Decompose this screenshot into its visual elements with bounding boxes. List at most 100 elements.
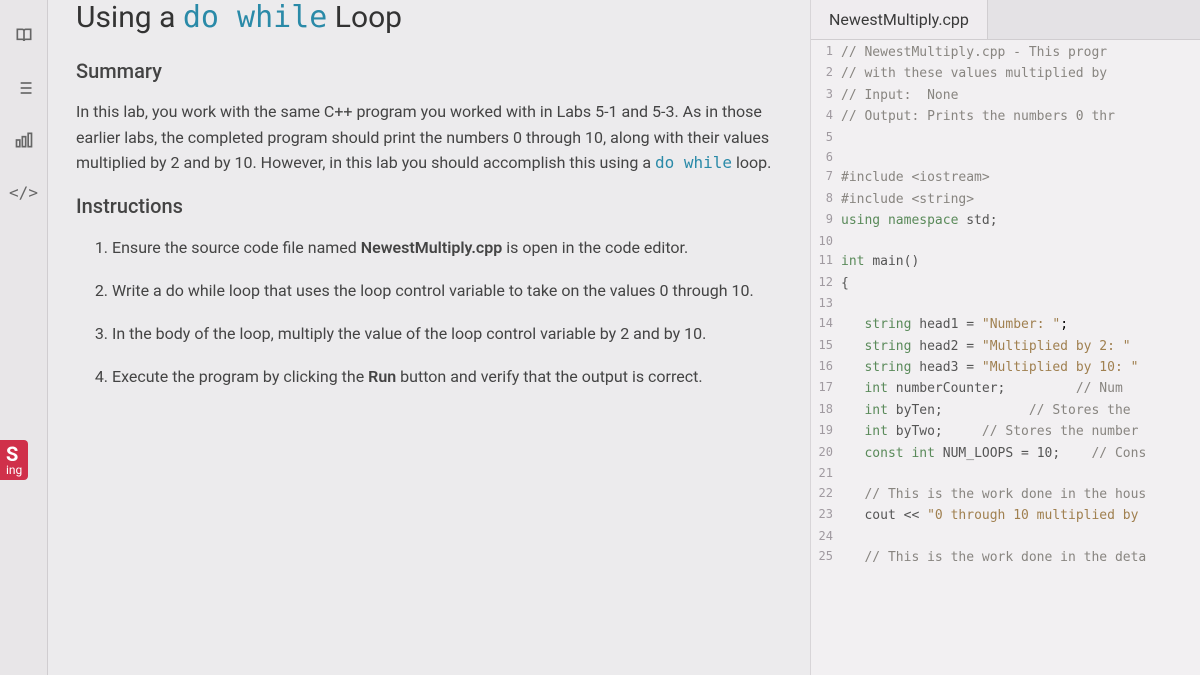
line-content[interactable]: // Input: None <box>841 85 1200 106</box>
line-number: 4 <box>811 106 841 127</box>
line-number: 11 <box>811 251 841 272</box>
line-content[interactable] <box>841 148 1200 168</box>
code-editor[interactable]: 1// NewestMultiply.cpp - This progr2// w… <box>811 40 1200 675</box>
inst4-run: Run <box>368 367 396 386</box>
line-content[interactable]: // NewestMultiply.cpp - This progr <box>841 42 1200 63</box>
line-content[interactable] <box>841 464 1200 484</box>
line-number: 23 <box>811 505 841 526</box>
line-number: 2 <box>811 63 841 84</box>
summary-keyword: do while <box>655 153 732 172</box>
line-content[interactable] <box>841 527 1200 547</box>
line-content[interactable]: // This is the work done in the hous <box>841 484 1200 505</box>
code-line[interactable]: 13 <box>811 294 1200 314</box>
line-number: 7 <box>811 167 841 188</box>
title-post: Loop <box>327 0 402 35</box>
line-content[interactable] <box>841 232 1200 252</box>
inst2-keyword: do while <box>166 281 225 300</box>
code-line[interactable]: 19 int byTwo; // Stores the number <box>811 421 1200 442</box>
code-line[interactable]: 18 int byTen; // Stores the <box>811 400 1200 421</box>
line-content[interactable] <box>841 294 1200 314</box>
inst1-post: is open in the code editor. <box>502 238 688 257</box>
instructions-heading: Instructions <box>76 194 782 218</box>
line-number: 1 <box>811 42 841 63</box>
code-line[interactable]: 7#include <iostream> <box>811 167 1200 188</box>
book-icon[interactable] <box>12 24 36 48</box>
editor-tab[interactable]: NewestMultiply.cpp <box>811 0 988 39</box>
line-content[interactable] <box>841 128 1200 148</box>
code-line[interactable]: 25 // This is the work done in the deta <box>811 547 1200 568</box>
line-content[interactable]: // This is the work done in the deta <box>841 547 1200 568</box>
code-line[interactable]: 8#include <string> <box>811 189 1200 210</box>
code-line[interactable]: 6 <box>811 148 1200 168</box>
line-content[interactable]: using namespace std; <box>841 210 1200 231</box>
code-line[interactable]: 20 const int NUM_LOOPS = 10; // Cons <box>811 443 1200 464</box>
code-line[interactable]: 11int main() <box>811 251 1200 272</box>
inst1-pre: Ensure the source code file named <box>112 238 361 257</box>
code-line[interactable]: 15 string head2 = "Multiplied by 2: " <box>811 336 1200 357</box>
line-number: 24 <box>811 527 841 547</box>
line-number: 17 <box>811 378 841 399</box>
line-content[interactable]: int byTwo; // Stores the number <box>841 421 1200 442</box>
code-line[interactable]: 12{ <box>811 273 1200 294</box>
line-content[interactable]: // Output: Prints the numbers 0 thr <box>841 106 1200 127</box>
badge-sub: ing <box>6 464 22 476</box>
line-content[interactable]: #include <iostream> <box>841 167 1200 188</box>
line-content[interactable]: const int NUM_LOOPS = 10; // Cons <box>841 443 1200 464</box>
instruction-item-2: Write a do while loop that uses the loop… <box>112 277 782 304</box>
line-number: 8 <box>811 189 841 210</box>
code-icon[interactable]: </> <box>12 180 36 204</box>
code-line[interactable]: 14 string head1 = "Number: "; <box>811 314 1200 335</box>
instructions-list: Ensure the source code file named Newest… <box>76 234 782 391</box>
inst1-filename: NewestMultiply.cpp <box>361 238 502 257</box>
summary-post: loop. <box>732 153 771 172</box>
code-editor-panel: NewestMultiply.cpp 1// NewestMultiply.cp… <box>810 0 1200 675</box>
code-line[interactable]: 21 <box>811 464 1200 484</box>
page-title: Using a do while Loop <box>76 0 782 35</box>
list-icon[interactable] <box>12 76 36 100</box>
activity-sidebar: </> <box>0 0 48 675</box>
line-content[interactable]: int numberCounter; // Num <box>841 378 1200 399</box>
code-line[interactable]: 24 <box>811 527 1200 547</box>
code-line[interactable]: 9using namespace std; <box>811 210 1200 231</box>
line-content[interactable]: string head3 = "Multiplied by 10: " <box>841 357 1200 378</box>
line-content[interactable]: cout << "0 through 10 multiplied by <box>841 505 1200 526</box>
code-line[interactable]: 17 int numberCounter; // Num <box>811 378 1200 399</box>
inst4-post: button and verify that the output is cor… <box>396 367 702 386</box>
line-content[interactable]: // with these values multiplied by <box>841 63 1200 84</box>
line-number: 21 <box>811 464 841 484</box>
line-number: 18 <box>811 400 841 421</box>
inst2-post: loop that uses the loop control variable… <box>225 281 754 300</box>
inst4-pre: Execute the program by clicking the <box>112 367 368 386</box>
line-number: 6 <box>811 148 841 168</box>
line-number: 12 <box>811 273 841 294</box>
title-pre: Using a <box>76 0 183 35</box>
line-number: 13 <box>811 294 841 314</box>
line-content[interactable]: int byTen; // Stores the <box>841 400 1200 421</box>
code-line[interactable]: 4// Output: Prints the numbers 0 thr <box>811 106 1200 127</box>
code-line[interactable]: 5 <box>811 128 1200 148</box>
instruction-item-4: Execute the program by clicking the Run … <box>112 363 782 390</box>
line-number: 20 <box>811 443 841 464</box>
line-content[interactable]: string head1 = "Number: "; <box>841 314 1200 335</box>
chart-icon[interactable] <box>12 128 36 152</box>
line-number: 3 <box>811 85 841 106</box>
line-content[interactable]: #include <string> <box>841 189 1200 210</box>
line-content[interactable]: string head2 = "Multiplied by 2: " <box>841 336 1200 357</box>
line-number: 10 <box>811 232 841 252</box>
line-content[interactable]: { <box>841 273 1200 294</box>
code-line[interactable]: 22 // This is the work done in the hous <box>811 484 1200 505</box>
line-content[interactable]: int main() <box>841 251 1200 272</box>
title-keyword: do while <box>183 0 328 35</box>
instruction-item-1: Ensure the source code file named Newest… <box>112 234 782 261</box>
line-number: 14 <box>811 314 841 335</box>
code-line[interactable]: 1// NewestMultiply.cpp - This progr <box>811 42 1200 63</box>
code-line[interactable]: 2// with these values multiplied by <box>811 63 1200 84</box>
summary-heading: Summary <box>76 59 782 83</box>
code-line[interactable]: 23 cout << "0 through 10 multiplied by <box>811 505 1200 526</box>
instruction-item-3: In the body of the loop, multiply the va… <box>112 320 782 347</box>
code-line[interactable]: 16 string head3 = "Multiplied by 10: " <box>811 357 1200 378</box>
code-line[interactable]: 10 <box>811 232 1200 252</box>
line-number: 5 <box>811 128 841 148</box>
code-line[interactable]: 3// Input: None <box>811 85 1200 106</box>
line-number: 15 <box>811 336 841 357</box>
